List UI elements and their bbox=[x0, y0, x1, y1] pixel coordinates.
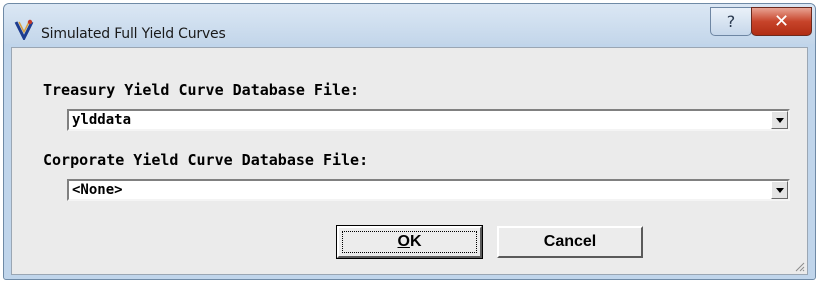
help-button[interactable]: ? bbox=[710, 7, 752, 36]
treasury-label: Treasury Yield Curve Database File: bbox=[43, 81, 360, 99]
window-title: Simulated Full Yield Curves bbox=[41, 26, 226, 42]
ok-label-rest: K bbox=[409, 233, 422, 250]
help-icon: ? bbox=[726, 12, 736, 31]
corporate-file-value: <None> bbox=[72, 182, 123, 198]
cancel-button[interactable]: Cancel bbox=[497, 226, 643, 258]
dropdown-arrow-icon[interactable] bbox=[771, 181, 788, 199]
title-bar[interactable]: Simulated Full Yield Curves ? ✕ bbox=[4, 4, 815, 44]
resize-grip-icon[interactable] bbox=[793, 260, 805, 272]
close-button[interactable]: ✕ bbox=[751, 7, 812, 36]
ok-label: OK bbox=[397, 233, 421, 250]
app-icon bbox=[14, 19, 34, 40]
treasury-file-select[interactable]: ylddata bbox=[67, 109, 790, 131]
ok-accelerator: O bbox=[397, 233, 410, 250]
ok-button[interactable]: OK bbox=[336, 225, 483, 259]
dropdown-arrow-icon[interactable] bbox=[771, 111, 788, 129]
dialog-window: Simulated Full Yield Curves ? ✕ Treasury… bbox=[3, 3, 816, 280]
corporate-file-select[interactable]: <None> bbox=[67, 179, 790, 201]
close-icon: ✕ bbox=[773, 11, 790, 32]
corporate-label: Corporate Yield Curve Database File: bbox=[43, 151, 369, 169]
dialog-body: Treasury Yield Curve Database File: yldd… bbox=[11, 47, 808, 275]
treasury-file-value: ylddata bbox=[72, 112, 132, 128]
cancel-label: Cancel bbox=[543, 233, 597, 250]
